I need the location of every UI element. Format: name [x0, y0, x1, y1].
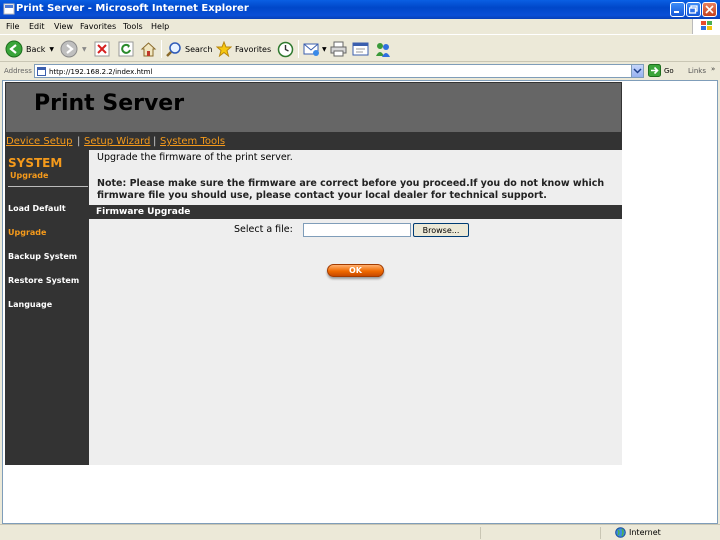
status-divider: [600, 527, 601, 539]
refresh-button[interactable]: [118, 39, 134, 59]
section-header: Firmware Upgrade: [89, 205, 622, 219]
main-content: Upgrade the firmware of the print server…: [89, 150, 622, 465]
sidebar-item-backup-system[interactable]: Backup System: [8, 252, 77, 261]
go-label: Go: [664, 66, 674, 75]
browse-button[interactable]: Browse...: [413, 223, 469, 237]
address-url: http://192.168.2.2/index.html: [49, 68, 153, 76]
stop-icon: [94, 41, 110, 57]
page-viewport: Print Server Device Setup | Setup Wizard…: [2, 80, 718, 524]
back-dropdown-icon[interactable]: ▼: [49, 46, 54, 53]
menu-help[interactable]: Help: [151, 22, 169, 31]
stop-button[interactable]: [94, 39, 110, 59]
links-button[interactable]: Links: [688, 67, 706, 75]
forward-dropdown-icon[interactable]: ▼: [82, 46, 87, 53]
home-icon: [140, 41, 157, 56]
top-nav: Device Setup | Setup Wizard | System Too…: [5, 133, 622, 150]
window-title: Print Server - Microsoft Internet Explor…: [16, 3, 249, 14]
edit-button[interactable]: [352, 39, 369, 59]
file-input[interactable]: [303, 223, 411, 237]
print-button[interactable]: [330, 39, 347, 59]
home-button[interactable]: [140, 39, 157, 59]
browser-window: Print Server - Microsoft Internet Explor…: [0, 0, 720, 540]
nav-separator: |: [77, 136, 81, 147]
toolbar: Back ▼ ▼ Search Favorites ▼: [0, 34, 720, 62]
forward-icon: [60, 40, 78, 58]
chevron-down-icon: [633, 68, 642, 74]
menu-file[interactable]: File: [6, 22, 19, 31]
status-divider: [480, 527, 481, 539]
windows-logo-icon: [692, 19, 720, 34]
page-title: Print Server: [34, 91, 185, 116]
menu-favorites[interactable]: Favorites: [80, 22, 116, 31]
back-button[interactable]: Back ▼: [5, 39, 54, 59]
globe-icon: [615, 527, 626, 538]
edit-page-icon: [352, 42, 369, 56]
sidebar-item-load-default[interactable]: Load Default: [8, 204, 66, 213]
menu-view[interactable]: View: [54, 22, 73, 31]
file-label: Select a file:: [234, 224, 293, 235]
mail-dropdown-icon[interactable]: ▼: [322, 46, 327, 53]
mail-button[interactable]: ▼: [303, 39, 327, 59]
nav-device-setup[interactable]: Device Setup: [6, 136, 72, 147]
messenger-icon: [376, 42, 390, 57]
security-zone: Internet: [615, 527, 661, 538]
history-button[interactable]: [277, 39, 294, 59]
sidebar: SYSTEM Upgrade Load Default Upgrade Back…: [5, 150, 89, 465]
section-title: Firmware Upgrade: [96, 207, 191, 217]
address-label: Address: [4, 67, 32, 75]
printer-icon: [330, 41, 347, 57]
sidebar-item-language[interactable]: Language: [8, 300, 52, 309]
title-bar[interactable]: Print Server - Microsoft Internet Explor…: [0, 0, 720, 19]
star-icon: [216, 41, 232, 57]
ie-icon: [3, 3, 15, 15]
page-icon: [37, 67, 46, 76]
sidebar-item-upgrade[interactable]: Upgrade: [8, 228, 46, 237]
menu-bar: File Edit View Favorites Tools Help: [0, 19, 720, 34]
history-icon: [277, 41, 294, 57]
address-field[interactable]: http://192.168.2.2/index.html: [34, 64, 644, 78]
refresh-icon: [118, 41, 134, 57]
note-text: Note: Please make sure the firmware are …: [97, 178, 605, 201]
sidebar-item-restore-system[interactable]: Restore System: [8, 276, 79, 285]
back-label: Back: [26, 44, 46, 54]
close-icon: [705, 5, 714, 14]
favorites-label: Favorites: [235, 44, 272, 54]
close-button[interactable]: [702, 2, 717, 17]
back-icon: [5, 40, 23, 58]
status-bar: Internet: [0, 524, 720, 540]
sidebar-divider: [8, 186, 88, 187]
links-chevron-icon[interactable]: »: [711, 65, 715, 73]
nav-system-tools[interactable]: System Tools: [160, 136, 225, 147]
search-label: Search: [185, 44, 213, 54]
messenger-button[interactable]: [374, 39, 392, 59]
restore-icon: [689, 5, 698, 14]
search-button[interactable]: Search: [166, 39, 212, 59]
menu-edit[interactable]: Edit: [29, 22, 45, 31]
zone-label: Internet: [629, 528, 661, 537]
address-bar: Address http://192.168.2.2/index.html Go…: [0, 62, 720, 80]
go-button[interactable]: Go: [648, 64, 674, 77]
forward-button[interactable]: ▼: [60, 39, 87, 59]
address-dropdown-button[interactable]: [631, 65, 643, 77]
print-server-header: Print Server: [5, 82, 622, 133]
intro-text: Upgrade the firmware of the print server…: [97, 152, 293, 163]
mail-icon: [303, 43, 319, 56]
ok-button[interactable]: OK: [327, 264, 384, 277]
maximize-button[interactable]: [686, 2, 701, 17]
go-arrow-icon: [648, 64, 661, 77]
menu-tools[interactable]: Tools: [123, 22, 143, 31]
favorites-button[interactable]: Favorites: [216, 39, 271, 59]
sidebar-section-subtitle: Upgrade: [10, 171, 49, 180]
search-icon: [166, 42, 181, 57]
nav-setup-wizard[interactable]: Setup Wizard: [84, 136, 150, 147]
minimize-button[interactable]: [670, 2, 685, 17]
minimize-icon: [674, 11, 679, 13]
sidebar-section-title: SYSTEM: [8, 156, 63, 170]
nav-separator: |: [153, 136, 157, 147]
